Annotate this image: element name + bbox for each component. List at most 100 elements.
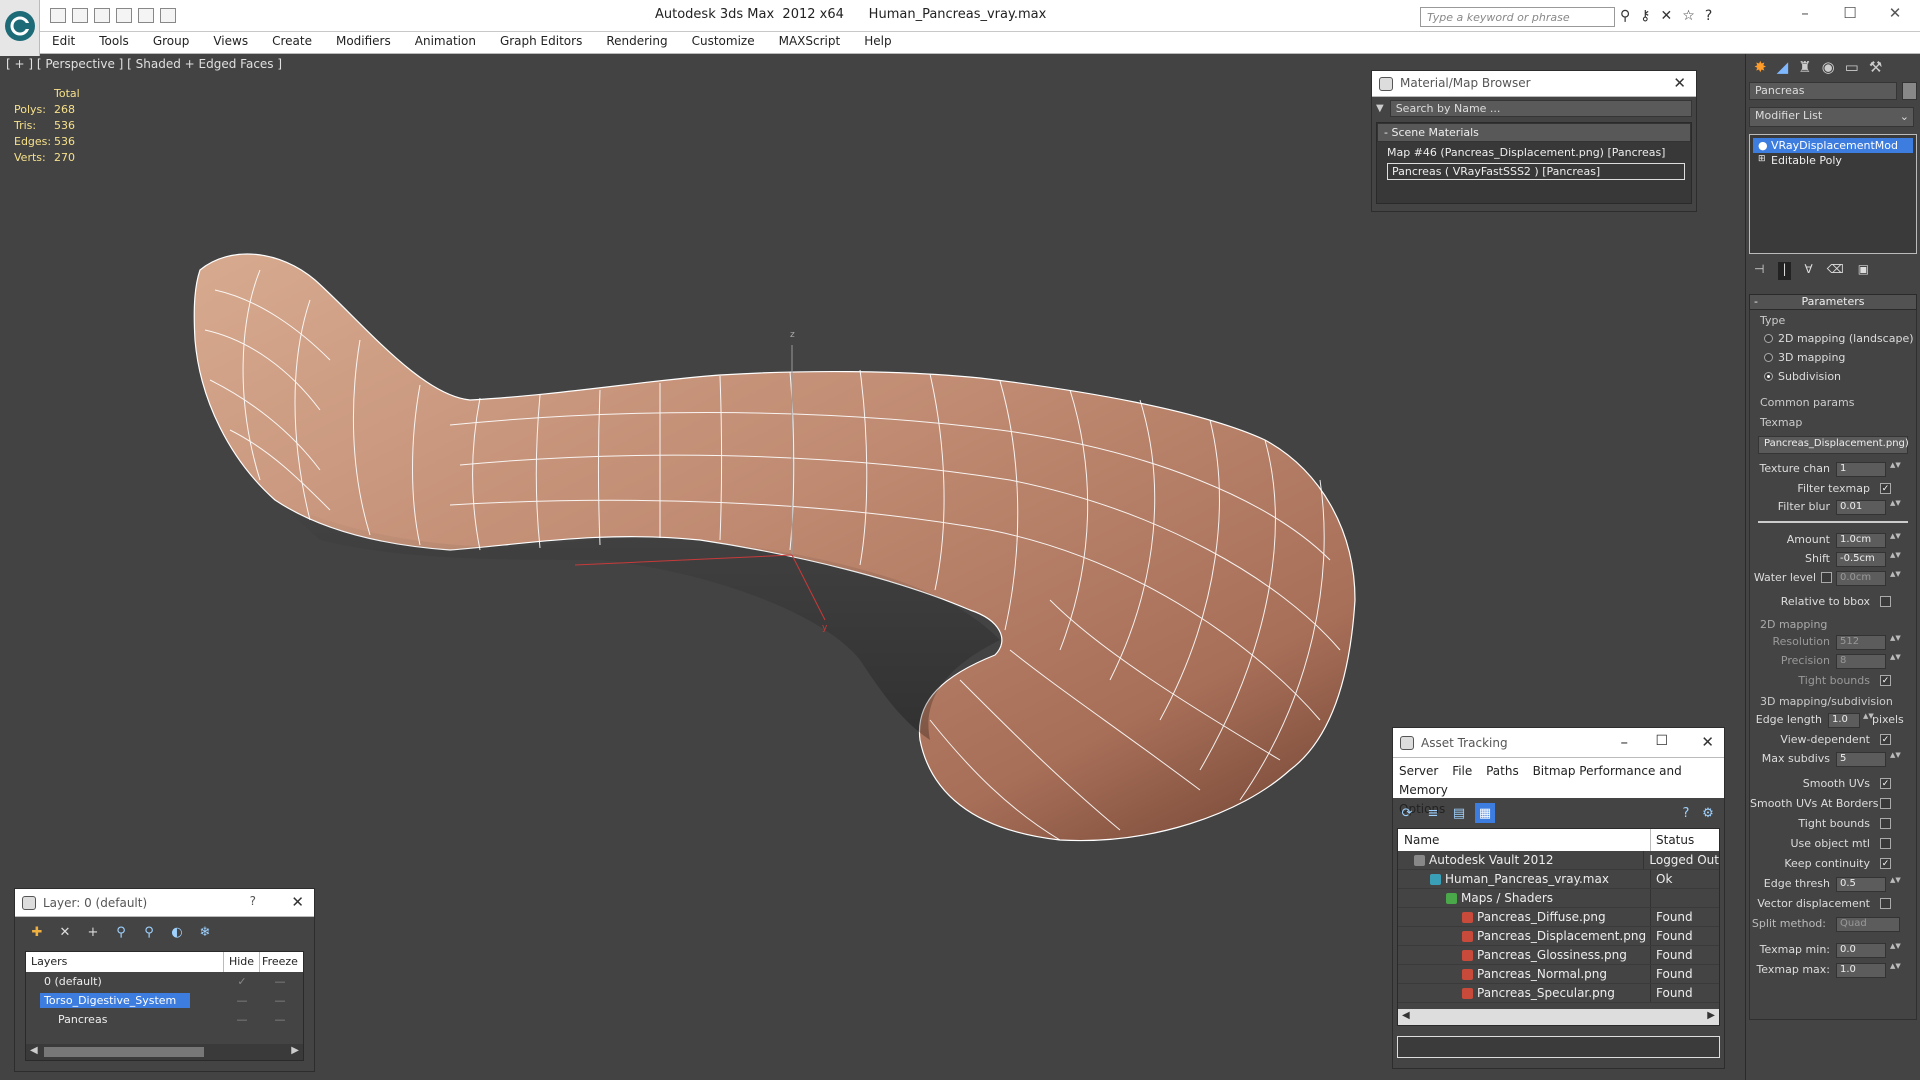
grid-view-icon[interactable]: ▦ bbox=[1475, 803, 1495, 823]
layer-freeze-toggle[interactable]: — bbox=[260, 1010, 300, 1029]
search-input[interactable]: Type a keyword or phrase bbox=[1420, 7, 1615, 27]
browser-options-icon[interactable]: ▼ bbox=[1376, 103, 1384, 114]
close-button[interactable]: ✕ bbox=[1880, 4, 1910, 22]
water-level-spinner[interactable]: 0.0cm bbox=[1836, 571, 1886, 586]
menu-server[interactable]: Server bbox=[1399, 764, 1438, 778]
edge-thresh-spinner[interactable]: 0.5 bbox=[1836, 877, 1886, 892]
horizontal-scrollbar[interactable]: ◀ ▶ bbox=[1398, 1009, 1719, 1025]
spinner-arrows-icon[interactable]: ▲▼ bbox=[1890, 654, 1901, 669]
help-icon[interactable]: ? bbox=[1705, 8, 1712, 24]
material-list-item[interactable]: Map #46 (Pancreas_Displacement.png) [Pan… bbox=[1377, 142, 1691, 163]
asset-table-row[interactable]: Pancreas_Specular.png Found bbox=[1398, 984, 1719, 1003]
menu-file[interactable]: File bbox=[1452, 764, 1472, 778]
texture-chan-spinner[interactable]: 1 bbox=[1836, 462, 1886, 477]
layer-hide-toggle[interactable]: — bbox=[224, 1010, 260, 1029]
menu-graph-editors[interactable]: Graph Editors bbox=[488, 32, 594, 53]
texmap-max-spinner[interactable]: 1.0 bbox=[1836, 963, 1886, 978]
layer-row[interactable]: Torso_Digestive_System — — bbox=[26, 991, 303, 1010]
object-color-swatch[interactable] bbox=[1902, 82, 1917, 100]
smooth-uvs-borders-checkbox[interactable] bbox=[1880, 798, 1891, 809]
precision-spinner[interactable]: 8 bbox=[1836, 654, 1886, 669]
search-by-name-input[interactable]: Search by Name ... bbox=[1389, 100, 1692, 117]
keep-continuity-checkbox[interactable]: ✓ bbox=[1880, 858, 1891, 869]
tight-bounds-checkbox[interactable]: ✓ bbox=[1880, 675, 1891, 686]
layer-hide-toggle[interactable]: — bbox=[224, 991, 260, 1010]
expand-plus-icon[interactable]: ⊞ bbox=[1758, 154, 1766, 164]
menu-bitmap-performance[interactable]: Bitmap Performance and Memory bbox=[1399, 764, 1682, 797]
save-file-icon[interactable] bbox=[72, 8, 88, 23]
display-tab-icon[interactable]: ▭ bbox=[1845, 58, 1859, 76]
relative-bbox-checkbox[interactable] bbox=[1880, 596, 1891, 607]
spinner-arrows-icon[interactable]: ▲▼ bbox=[1890, 877, 1901, 892]
hide-all-icon[interactable]: ◐ bbox=[167, 922, 187, 942]
spinner-arrows-icon[interactable]: ▲▼ bbox=[1890, 533, 1901, 548]
spinner-arrows-icon[interactable]: ▲▼ bbox=[1890, 571, 1901, 586]
show-end-result-icon[interactable]: | bbox=[1778, 262, 1791, 280]
refresh-icon[interactable]: ⟳ bbox=[1397, 803, 1417, 823]
column-layers[interactable]: Layers bbox=[26, 952, 224, 972]
use-object-mtl-checkbox[interactable] bbox=[1880, 838, 1891, 849]
asset-table-row[interactable]: Pancreas_Glossiness.png Found bbox=[1398, 946, 1719, 965]
make-unique-icon[interactable]: ∀ bbox=[1805, 262, 1813, 280]
spinner-arrows-icon[interactable]: ▲▼ bbox=[1890, 635, 1901, 650]
maximize-button[interactable]: ☐ bbox=[1835, 4, 1865, 22]
highlight-layer-icon[interactable]: ⚲ bbox=[139, 922, 159, 942]
column-freeze[interactable]: Freeze bbox=[260, 952, 300, 972]
key-icon[interactable]: ⚷ bbox=[1640, 8, 1650, 24]
motion-tab-icon[interactable]: ◉ bbox=[1822, 58, 1835, 76]
settings-icon[interactable]: ⚙ bbox=[1698, 803, 1718, 823]
water-level-checkbox[interactable] bbox=[1821, 572, 1832, 583]
freeze-all-icon[interactable]: ❄ bbox=[195, 922, 215, 942]
pin-stack-icon[interactable]: ⊣ bbox=[1754, 262, 1764, 280]
texmap-button[interactable]: Pancreas_Displacement.png) bbox=[1758, 436, 1909, 454]
select-objects-icon[interactable]: ⚲ bbox=[111, 922, 131, 942]
smooth-uvs-checkbox[interactable]: ✓ bbox=[1880, 778, 1891, 789]
type-option-2d[interactable]: 2D mapping (landscape) bbox=[1750, 330, 1914, 349]
spinner-arrows-icon[interactable]: ▲▼ bbox=[1890, 500, 1901, 515]
tight-bounds-3d-checkbox[interactable] bbox=[1880, 818, 1891, 829]
utilities-tab-icon[interactable]: ⚒ bbox=[1869, 58, 1882, 76]
menu-modifiers[interactable]: Modifiers bbox=[324, 32, 403, 53]
undo-icon[interactable] bbox=[94, 8, 110, 23]
modifier-list-dropdown[interactable]: Modifier List ⌄ bbox=[1749, 107, 1914, 127]
resolution-spinner[interactable]: 512 bbox=[1836, 635, 1886, 650]
hold-icon[interactable] bbox=[138, 8, 154, 23]
menu-maxscript[interactable]: MAXScript bbox=[767, 32, 853, 53]
close-icon[interactable]: ✕ bbox=[1701, 733, 1714, 751]
filter-texmap-checkbox[interactable]: ✓ bbox=[1880, 483, 1891, 494]
menu-paths[interactable]: Paths bbox=[1486, 764, 1519, 778]
shift-spinner[interactable]: -0.5cm bbox=[1836, 552, 1886, 567]
spinner-arrows-icon[interactable]: ▲▼ bbox=[1890, 963, 1901, 978]
layer-hide-toggle[interactable]: ✓ bbox=[224, 972, 260, 991]
layer-row[interactable]: 0 (default) ✓ — bbox=[26, 972, 303, 991]
close-icon[interactable]: ✕ bbox=[291, 893, 304, 911]
asset-tracking-titlebar[interactable]: Asset Tracking – ☐ ✕ bbox=[1393, 728, 1724, 758]
spinner-arrows-icon[interactable]: ▲▼ bbox=[1890, 462, 1901, 477]
configure-sets-icon[interactable]: ▣ bbox=[1858, 262, 1869, 280]
app-menu-button[interactable] bbox=[0, 0, 40, 56]
type-option-3d[interactable]: 3D mapping bbox=[1750, 349, 1910, 368]
menu-edit[interactable]: Edit bbox=[40, 32, 87, 53]
remove-modifier-icon[interactable]: ⌫ bbox=[1827, 262, 1844, 280]
parameters-rollout-header[interactable]: - Parameters bbox=[1749, 294, 1917, 310]
asset-table-row[interactable]: Pancreas_Displacement.png Found bbox=[1398, 927, 1719, 946]
table-view-icon[interactable]: ▤ bbox=[1449, 803, 1469, 823]
menu-group[interactable]: Group bbox=[141, 32, 202, 53]
help-icon[interactable]: ? bbox=[1676, 803, 1696, 823]
menu-animation[interactable]: Animation bbox=[403, 32, 488, 53]
modify-tab-icon[interactable]: ◢ bbox=[1777, 58, 1789, 76]
menu-views[interactable]: Views bbox=[201, 32, 260, 53]
spinner-arrows-icon[interactable]: ▲▼ bbox=[1863, 713, 1874, 728]
layer-name[interactable]: 0 (default) bbox=[40, 974, 106, 989]
add-to-layer-icon[interactable]: + bbox=[83, 922, 103, 942]
open-file-icon[interactable] bbox=[50, 8, 66, 23]
stack-item[interactable]: ⊞ Editable Poly bbox=[1753, 153, 1913, 168]
asset-table-row[interactable]: Pancreas_Diffuse.png Found bbox=[1398, 908, 1719, 927]
layer-freeze-toggle[interactable]: — bbox=[260, 991, 300, 1010]
layer-manager-titlebar[interactable]: Layer: 0 (default) ? ✕ bbox=[15, 889, 314, 917]
binoculars-icon[interactable]: ⚲ bbox=[1620, 8, 1630, 24]
vector-displacement-checkbox[interactable] bbox=[1880, 898, 1891, 909]
radio-2d[interactable] bbox=[1764, 334, 1773, 343]
radio-subdivision[interactable] bbox=[1764, 372, 1773, 381]
layer-scrollbar[interactable]: ◀ ▶ bbox=[26, 1044, 303, 1060]
